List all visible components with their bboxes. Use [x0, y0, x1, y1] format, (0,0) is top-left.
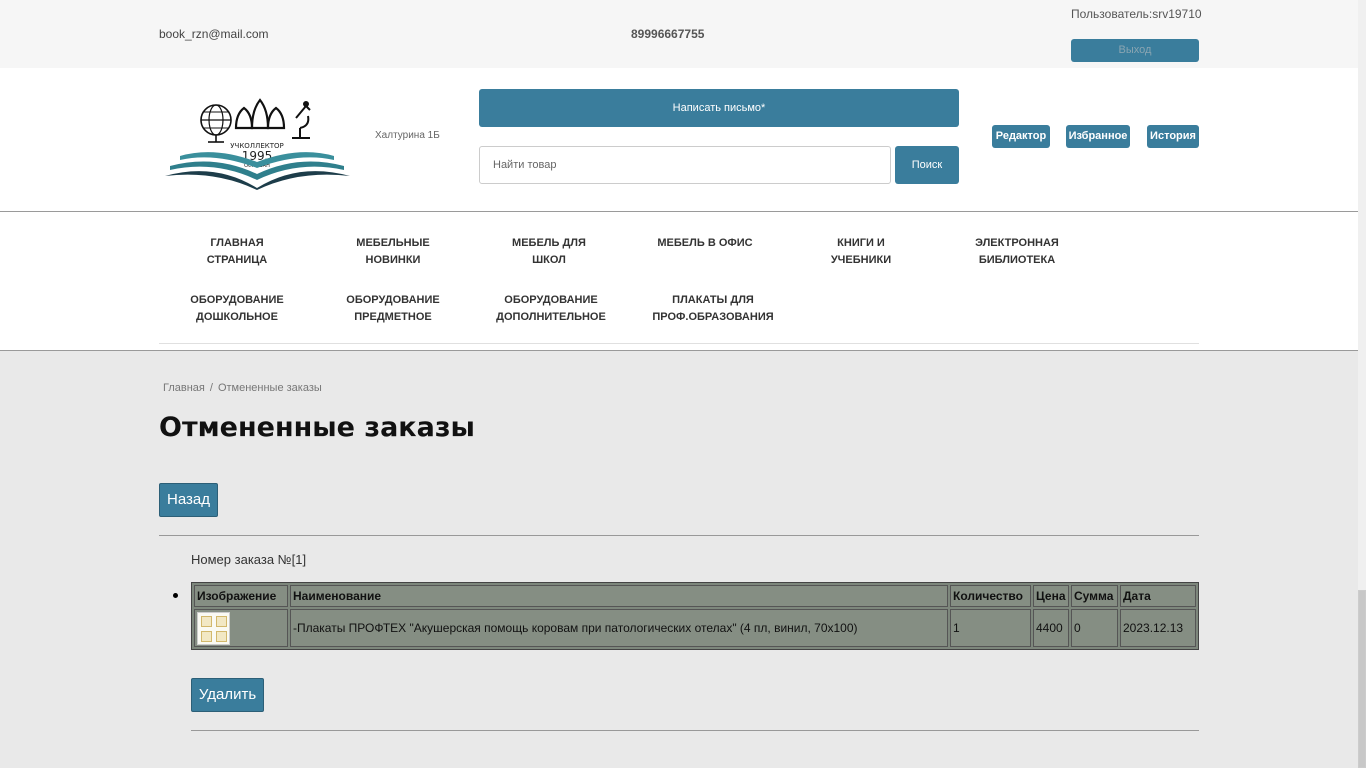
- section-divider: [159, 535, 1199, 536]
- cell-date: 2023.12.13: [1120, 609, 1196, 647]
- favorites-button[interactable]: Избранное: [1066, 125, 1130, 148]
- cell-sum: 0: [1071, 609, 1118, 647]
- column-header-date: Дата: [1120, 585, 1196, 607]
- nav-item-furniture-new[interactable]: МЕБЕЛЬНЫЕ НОВИНКИ: [318, 235, 468, 269]
- column-header-name: Наименование: [290, 585, 948, 607]
- nav-item-label: ОБОРУДОВАНИЕ: [346, 294, 440, 306]
- product-thumbnail[interactable]: [197, 611, 230, 645]
- write-letter-button[interactable]: Написать письмо*: [479, 89, 959, 127]
- nav-item-label: ШКОЛ: [532, 254, 566, 266]
- nav-item-label: ДОШКОЛЬНОЕ: [196, 311, 278, 323]
- nav-item-label: ГЛАВНАЯ: [210, 237, 264, 249]
- nav-item-books[interactable]: КНИГИ И УЧЕБНИКИ: [786, 235, 936, 269]
- nav-item-label: УЧЕБНИКИ: [830, 254, 892, 266]
- editor-button[interactable]: Редактор: [992, 125, 1050, 148]
- main-navigation: ГЛАВНАЯ СТРАНИЦА МЕБЕЛЬНЫЕ НОВИНКИ МЕБЕЛ…: [0, 212, 1358, 351]
- logout-button[interactable]: Выход: [1071, 39, 1199, 62]
- logo-book-icon: УЧКОЛЛЕКТОР 1995 ОСНОВАН: [165, 98, 350, 190]
- column-header-image: Изображение: [194, 585, 288, 607]
- column-header-quantity: Количество: [950, 585, 1031, 607]
- nav-item-label: БИБЛИОТЕКА: [978, 254, 1056, 266]
- contact-phone[interactable]: 89996667755: [631, 27, 704, 41]
- column-header-sum: Сумма: [1071, 585, 1118, 607]
- order-divider: [191, 730, 1199, 731]
- breadcrumb-home-link[interactable]: Главная: [163, 382, 205, 394]
- order-number: Номер заказа №[1]: [191, 552, 307, 567]
- column-header-price: Цена: [1033, 585, 1069, 607]
- search-input[interactable]: [479, 146, 891, 184]
- nav-item-preschool-equipment[interactable]: ОБОРУДОВАНИЕ ДОШКОЛЬНОЕ: [162, 292, 312, 326]
- nav-item-label: ПЛАКАТЫ ДЛЯ: [672, 294, 754, 306]
- site-header: УЧКОЛЛЕКТОР 1995 ОСНОВАН Халтурина 1Б На…: [0, 68, 1358, 212]
- breadcrumb-separator: /: [209, 382, 213, 394]
- table-row: -Плакаты ПРОФТЕХ "Акушерская помощь коро…: [194, 609, 1196, 647]
- breadcrumb: Главная / Отмененные заказы: [163, 382, 322, 394]
- nav-item-additional-equipment[interactable]: ОБОРУДОВАНИЕ ДОПОЛНИТЕЛЬНОЕ: [476, 292, 626, 326]
- nav-item-label: МЕБЕЛЬ В ОФИС: [657, 237, 753, 249]
- breadcrumb-current: Отмененные заказы: [217, 382, 322, 394]
- nav-item-school-furniture[interactable]: МЕБЕЛЬ ДЛЯ ШКОЛ: [474, 235, 624, 269]
- nav-item-label: ОБОРУДОВАНИЕ: [504, 294, 598, 306]
- nav-divider: [159, 343, 1199, 344]
- nav-item-label: ЭЛЕКТРОННАЯ: [975, 237, 1059, 249]
- delete-button[interactable]: Удалить: [191, 678, 264, 712]
- page-title: Отмененные заказы: [159, 412, 475, 443]
- nav-item-label: ДОПОЛНИТЕЛЬНОЕ: [496, 311, 606, 323]
- order-items-table: Изображение Наименование Количество Цена…: [191, 582, 1199, 650]
- top-bar: book_rzn@mail.com 89996667755 Пользовате…: [0, 0, 1358, 68]
- nav-item-home[interactable]: ГЛАВНАЯ СТРАНИЦА: [162, 235, 312, 269]
- nav-item-label: МЕБЕЛЬНЫЕ: [356, 237, 430, 249]
- nav-item-e-library[interactable]: ЭЛЕКТРОННАЯ БИБЛИОТЕКА: [942, 235, 1092, 269]
- cell-price: 4400: [1033, 609, 1069, 647]
- current-user: Пользователь:srv19710: [1071, 7, 1202, 21]
- site-logo[interactable]: УЧКОЛЛЕКТОР 1995 ОСНОВАН: [160, 90, 355, 190]
- nav-item-label: СТРАНИЦА: [206, 254, 268, 266]
- store-address: Халтурина 1Б: [375, 130, 440, 141]
- nav-item-label: ПРЕДМЕТНОЕ: [354, 311, 432, 323]
- scrollbar-thumb[interactable]: [1358, 590, 1366, 768]
- nav-item-label: КНИГИ И: [837, 237, 885, 249]
- list-bullet: [173, 593, 178, 598]
- contact-email[interactable]: book_rzn@mail.com: [159, 27, 269, 41]
- nav-item-subject-equipment[interactable]: ОБОРУДОВАНИЕ ПРЕДМЕТНОЕ: [318, 292, 468, 326]
- history-button[interactable]: История: [1147, 125, 1199, 148]
- nav-item-label: НОВИНКИ: [365, 254, 421, 266]
- cell-image: [194, 609, 288, 647]
- nav-item-label: МЕБЕЛЬ ДЛЯ: [512, 237, 586, 249]
- nav-item-office-furniture[interactable]: МЕБЕЛЬ В ОФИС: [630, 235, 780, 252]
- cell-quantity: 1: [950, 609, 1031, 647]
- back-button[interactable]: Назад: [159, 483, 218, 517]
- table-header-row: Изображение Наименование Количество Цена…: [194, 585, 1196, 607]
- nav-item-label: ОБОРУДОВАНИЕ: [190, 294, 284, 306]
- nav-item-label: ПРОФ.ОБРАЗОВАНИЯ: [652, 311, 774, 323]
- search-button[interactable]: Поиск: [895, 146, 959, 184]
- page-scrollbar[interactable]: [1358, 0, 1366, 768]
- cell-name: -Плакаты ПРОФТЕХ "Акушерская помощь коро…: [290, 609, 948, 647]
- nav-item-vocational-posters[interactable]: ПЛАКАТЫ ДЛЯ ПРОФ.ОБРАЗОВАНИЯ: [638, 292, 788, 326]
